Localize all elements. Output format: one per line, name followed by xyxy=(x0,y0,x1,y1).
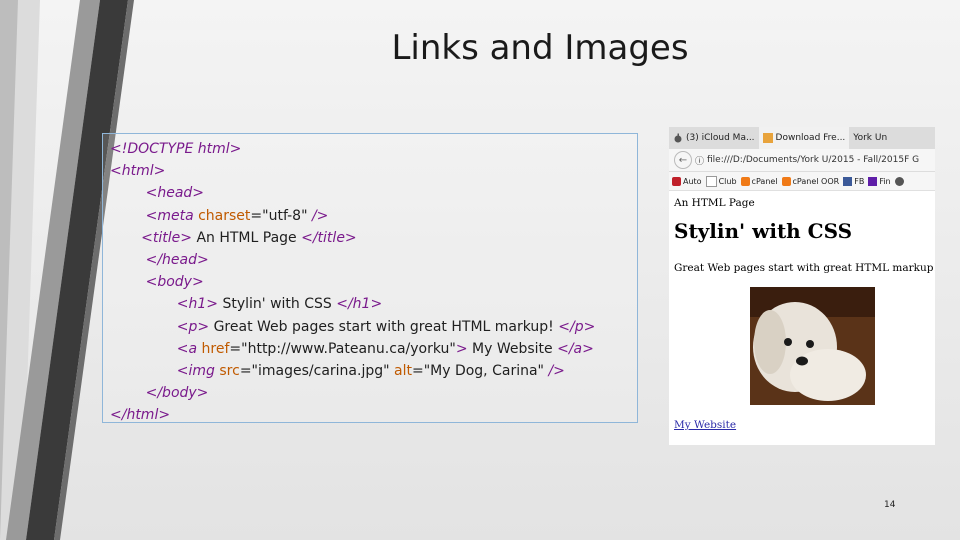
code-token: </html> xyxy=(110,407,171,424)
info-icon: ⓘ xyxy=(695,156,705,167)
code-token: <body> xyxy=(145,274,204,291)
code-token: alt xyxy=(394,363,412,380)
code-token: An HTML Page xyxy=(192,229,302,246)
download-icon xyxy=(762,133,773,143)
code-token: </title> xyxy=(301,229,357,246)
code-token: <!DOCTYPE html> xyxy=(110,141,242,157)
facebook-icon xyxy=(843,176,853,186)
code-listing: <!DOCTYPE html> <html> <head> <meta char… xyxy=(110,138,595,427)
code-token: > xyxy=(455,340,468,357)
code-token: </a> xyxy=(557,340,594,357)
browser-tab-label: Download Fre... xyxy=(775,133,846,143)
browser-tab-label: York Un xyxy=(853,133,888,143)
browser-screenshot: (3) iCloud Ma... Download Fre... York Un… xyxy=(669,127,935,445)
bookmark-label: cPanel xyxy=(751,176,778,186)
code-token: <p> xyxy=(176,318,210,335)
bookmark-item[interactable]: cPanel xyxy=(740,176,778,186)
browser-tab[interactable]: Download Fre... xyxy=(758,127,850,149)
code-token: Great Web pages start with great HTML ma… xyxy=(209,318,559,335)
browser-tab[interactable]: (3) iCloud Ma... xyxy=(669,127,759,149)
code-token: </body> xyxy=(145,385,209,402)
code-token: <head> xyxy=(145,185,205,202)
page-number: 14 xyxy=(884,500,896,510)
yahoo-icon xyxy=(868,176,878,186)
bookmark-label: cPanel OOR xyxy=(792,176,840,186)
browser-tab-bar: (3) iCloud Ma... Download Fre... York Un xyxy=(669,127,935,149)
code-token: ="My Dog, Carina" xyxy=(411,363,549,380)
bookmark-label: Fin xyxy=(879,176,891,186)
bookmark-item[interactable]: FB xyxy=(843,176,865,186)
cpanel-icon xyxy=(740,176,750,186)
code-token: Stylin' with CSS xyxy=(218,296,337,313)
magnet-icon xyxy=(672,176,681,186)
code-token: charset xyxy=(198,207,251,224)
bookmark-item[interactable]: cPanel OOR xyxy=(781,176,840,186)
code-token: ="http://www.Pateanu.ca/yorku" xyxy=(229,340,456,357)
code-token: <title> xyxy=(141,229,192,246)
bookmark-item[interactable]: Auto xyxy=(672,176,702,186)
code-token: src xyxy=(219,363,240,380)
bookmark-label: Auto xyxy=(683,176,702,186)
page-heading: Stylin' with CSS xyxy=(674,219,853,243)
page-paragraph: Great Web pages start with great HTML ma… xyxy=(674,262,935,274)
code-token: <h1> xyxy=(176,296,219,313)
page-doc-title: An HTML Page xyxy=(674,197,755,209)
apple-icon xyxy=(894,176,906,186)
dog-photo xyxy=(750,287,875,405)
code-token: <img xyxy=(176,363,220,380)
bookmarks-bar: Auto Club cPanel cPanel OOR FB Fin xyxy=(669,172,935,191)
back-arrow-icon[interactable]: ← xyxy=(674,151,692,169)
code-token: My Website xyxy=(467,340,558,357)
code-token: ="images/carina.jpg" xyxy=(239,363,394,380)
address-bar[interactable]: ← ⓘ file:///D:/Documents/York U/2015 - F… xyxy=(669,149,935,172)
page-link[interactable]: My Website xyxy=(674,419,736,431)
bookmark-label: Club xyxy=(718,176,737,186)
cpanel-icon xyxy=(781,176,791,186)
code-token: <html> xyxy=(110,163,166,180)
browser-tab[interactable]: York Un xyxy=(849,127,891,149)
apple-icon xyxy=(673,133,683,143)
slide-title: Links and Images xyxy=(391,28,689,68)
code-token: </h1> xyxy=(336,296,383,313)
page-icon xyxy=(705,175,717,187)
code-token: </p> xyxy=(558,318,596,335)
code-token: href xyxy=(201,340,230,357)
bookmark-label: FB xyxy=(854,176,865,186)
code-token: ="utf-8" xyxy=(250,207,312,224)
code-token: /> xyxy=(311,207,329,224)
code-token: </head> xyxy=(145,252,209,269)
bookmark-item[interactable]: Fin xyxy=(868,176,891,186)
browser-tab-label: (3) iCloud Ma... xyxy=(686,133,755,143)
bookmark-item[interactable]: Club xyxy=(705,175,737,187)
address-text: file:///D:/Documents/York U/2015 - Fall/… xyxy=(707,155,920,165)
code-token: <meta xyxy=(145,207,199,224)
code-token: /> xyxy=(548,363,565,380)
code-token: <a xyxy=(176,340,202,357)
